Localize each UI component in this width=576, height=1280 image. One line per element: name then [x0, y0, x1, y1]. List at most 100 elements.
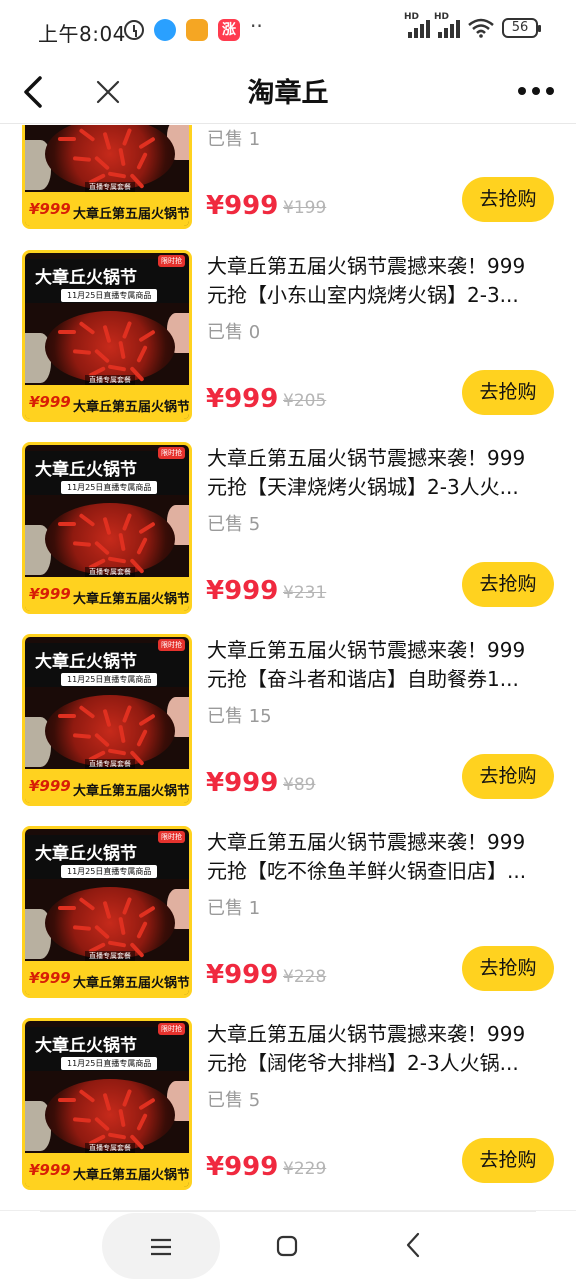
product-title[interactable]: 大章丘第五届火锅节震撼来袭！999 元抢【天津烧烤火锅城】2-3人火... — [207, 444, 552, 502]
thumbnail-live-label: 直播专属套餐 — [85, 951, 135, 961]
thumbnail-banner-title: 大章丘火锅节 — [35, 1036, 137, 1056]
buy-now-button[interactable]: 去抢购 — [462, 370, 554, 415]
signal-icon-2: HD — [434, 12, 460, 38]
thumbnail-bottom-strip: ¥999 大章丘第五届火锅节 — [25, 961, 189, 995]
sale-price: ¥999 — [206, 191, 279, 221]
status-bar: 上午8:04 涨 ·· HD HD 56 — [0, 0, 576, 62]
thumbnail-banner-title: 大章丘火锅节 — [35, 844, 137, 864]
signal-icon: HD — [404, 12, 430, 38]
thumbnail-live-label: 直播专属套餐 — [85, 1143, 135, 1153]
hotpot-image — [45, 1079, 175, 1151]
product-thumbnail[interactable]: 大章丘火锅节11月25日直播专属商品限时抢直播专属套餐¥999大章丘第五届火锅节 — [22, 442, 192, 614]
thumbnail-bottom-title: 大章丘第五届火锅节 — [73, 207, 191, 222]
product-thumbnail[interactable]: 大章丘火锅节11月25日直播专属商品限时抢直播专属套餐¥999大章丘第五届火锅节 — [22, 125, 192, 229]
thumbnail-bottom-strip: ¥999 大章丘第五届火锅节 — [25, 192, 189, 226]
thumbnail-price: ¥999 — [25, 1153, 73, 1187]
thumbnail-tag: 限时抢 — [158, 255, 185, 267]
product-item[interactable]: 大章丘火锅节11月25日直播专属商品限时抢直播专属套餐¥999大章丘第五届火锅节… — [0, 826, 576, 1018]
product-item[interactable]: 大章丘火锅节11月25日直播专属商品 限时抢直播专属套餐¥999大章丘第五届火锅节… — [0, 634, 576, 826]
sold-count: 已售 15 — [207, 706, 272, 727]
buy-now-button[interactable]: 去抢购 — [462, 562, 554, 607]
product-title[interactable]: 大章丘第五届火锅节震撼来袭！999 元抢【小东山室内烧烤火锅】2-3... — [207, 252, 552, 310]
thumbnail-bottom-strip: ¥999 大章丘第五届火锅节 — [25, 1153, 189, 1187]
hotpot-image — [45, 125, 175, 190]
product-item[interactable]: 大章丘火锅节11月25日直播专属商品限时抢直播专属套餐¥999大章丘第五届火锅节… — [0, 442, 576, 634]
buy-now-button[interactable]: 去抢购 — [462, 177, 554, 222]
sold-count: 已售 1 — [207, 129, 261, 150]
system-back-icon[interactable] — [402, 1231, 424, 1259]
thumbnail-banner-subtitle: 11月25日直播专属商品 — [61, 289, 158, 302]
product-thumbnail[interactable]: 大章丘火锅节11月25日直播专属商品限时抢直播专属套餐¥999大章丘第五届火锅节 — [22, 250, 192, 422]
buy-now-button[interactable]: 去抢购 — [462, 1138, 554, 1183]
chili-decoration — [58, 714, 76, 718]
sold-count: 已售 1 — [207, 898, 261, 919]
product-title-line2: 元抢【小东山室内烧烤火锅】2-3... — [207, 283, 519, 307]
sold-count: 已售 5 — [207, 1090, 261, 1111]
thumbnail-banner-subtitle: 11月25日直播专属商品 — [61, 673, 158, 686]
status-system-icons: HD HD 56 — [404, 12, 541, 38]
chili-decoration — [58, 522, 76, 526]
buy-now-button[interactable]: 去抢购 — [462, 946, 554, 991]
thumbnail-live-label: 直播专属套餐 — [85, 375, 135, 385]
thumbnail-live-label: 直播专属套餐 — [85, 182, 135, 192]
more-options-icon[interactable] — [516, 76, 556, 106]
product-title-line1: 大章丘第五届火锅节震撼来袭！999 — [207, 446, 526, 470]
recent-apps-button[interactable] — [102, 1213, 220, 1279]
product-thumbnail[interactable]: 大章丘火锅节11月25日直播专属商品限时抢直播专属套餐¥999大章丘第五届火锅节 — [22, 1018, 192, 1190]
product-title-line2: 元抢【阔佬爷大排档】2-3人火锅... — [207, 1051, 519, 1075]
thumbnail-bottom-strip: ¥999 大章丘第五届火锅节 — [25, 769, 189, 803]
sale-price: ¥999 — [206, 960, 279, 990]
thumbnail-banner-subtitle: 11月25日直播专属商品 — [61, 1057, 158, 1070]
product-title-line1: 大章丘第五届火锅节震撼来袭！999 — [207, 830, 526, 854]
thumbnail-bottom-title: 大章丘第五届火锅节 — [73, 1168, 191, 1183]
buy-now-button[interactable]: 去抢购 — [462, 754, 554, 799]
wifi-icon — [468, 18, 494, 38]
product-thumbnail[interactable]: 大章丘火锅节11月25日直播专属商品 限时抢直播专属套餐¥999大章丘第五届火锅节 — [22, 634, 192, 806]
product-title[interactable]: 大章丘第五届火锅节震撼来袭！999 元抢【吃不徐鱼羊鲜火锅查旧店】... — [207, 828, 552, 886]
home-square-icon[interactable] — [276, 1235, 298, 1257]
thumbnail-price: ¥999 — [25, 385, 73, 419]
product-item[interactable]: 大章丘火锅节11月25日直播专属商品限时抢直播专属套餐¥999大章丘第五届火锅节… — [0, 125, 576, 249]
product-title-line1: 大章丘第五届火锅节震撼来袭！999 — [207, 1022, 526, 1046]
original-price: ¥228 — [283, 967, 327, 987]
thumbnail-banner-subtitle: 11月25日直播专属商品 — [61, 865, 158, 878]
product-title-line2: 元抢【奋斗者和谐店】自助餐券1... — [207, 667, 519, 691]
signal-hd-label: HD — [404, 12, 420, 22]
hotpot-image — [45, 311, 175, 383]
thumbnail-bottom-strip: ¥999 大章丘第五届火锅节 — [25, 385, 189, 419]
signal-hd-label-2: HD — [434, 12, 450, 22]
chili-decoration — [58, 137, 76, 141]
sale-price: ¥999 — [206, 384, 279, 414]
thumbnail-tag: 限时抢 — [158, 639, 185, 651]
product-title-line1: 大章丘第五届火锅节震撼来袭！999 — [207, 254, 526, 278]
thumbnail-live-label: 直播专属套餐 — [85, 567, 135, 577]
battery-icon: 56 — [502, 18, 541, 38]
original-price: ¥205 — [283, 391, 327, 411]
sold-count: 已售 0 — [207, 322, 261, 343]
thumbnail-live-label: 直播专属套餐 — [85, 759, 135, 769]
thumbnail-banner-title: 大章丘火锅节 — [35, 460, 137, 480]
thumbnail-banner-title: 大章丘火锅节 — [35, 652, 137, 672]
divider — [40, 1211, 536, 1212]
product-title-line2: 元抢【吃不徐鱼羊鲜火锅查旧店】... — [207, 859, 527, 883]
thumbnail-bottom-title: 大章丘第五届火锅节 — [73, 976, 191, 991]
product-title-line2: 元抢【天津烧烤火锅城】2-3人火... — [207, 475, 519, 499]
product-item[interactable]: 大章丘火锅节11月25日直播专属商品限时抢直播专属套餐¥999大章丘第五届火锅节… — [0, 250, 576, 442]
product-title[interactable]: 大章丘第五届火锅节震撼来袭！999 元抢【奋斗者和谐店】自助餐券1... — [207, 636, 552, 694]
chili-decoration — [58, 330, 76, 334]
app-badge-icon: 涨 — [218, 19, 240, 41]
hotpot-image — [45, 887, 175, 959]
product-title[interactable]: 大章丘第五届火锅节震撼来袭！999 元抢【阔佬爷大排档】2-3人火锅... — [207, 1020, 552, 1078]
product-thumbnail[interactable]: 大章丘火锅节11月25日直播专属商品限时抢直播专属套餐¥999大章丘第五届火锅节 — [22, 826, 192, 998]
product-item[interactable]: 大章丘火锅节11月25日直播专属商品限时抢直播专属套餐¥999大章丘第五届火锅节… — [0, 1018, 576, 1210]
thumbnail-bottom-title: 大章丘第五届火锅节 — [73, 784, 191, 799]
thumbnail-price: ¥999 — [25, 577, 73, 611]
page-title: 淘章丘 — [247, 78, 329, 109]
thumbnail-bottom-title: 大章丘第五届火锅节 — [73, 400, 191, 415]
alarm-icon — [124, 20, 144, 40]
thumbnail-banner-title: 大章丘火锅节 — [35, 268, 137, 288]
more-dots-icon: ·· — [250, 14, 263, 38]
original-price: ¥199 — [283, 198, 327, 218]
original-price: ¥231 — [283, 583, 327, 603]
product-list[interactable]: 大章丘火锅节11月25日直播专属商品限时抢直播专属套餐¥999大章丘第五届火锅节… — [0, 125, 576, 1210]
